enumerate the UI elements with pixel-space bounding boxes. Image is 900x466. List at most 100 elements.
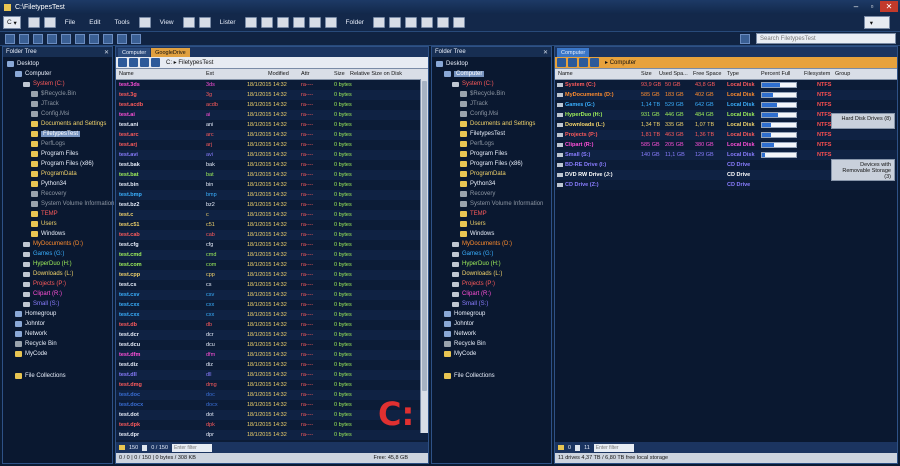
tree-node[interactable]: Python34	[3, 179, 112, 189]
copy-icon[interactable]	[47, 33, 57, 44]
tree-node[interactable]: PerfLogs	[432, 139, 551, 149]
tree-node[interactable]: Config.Msi	[432, 109, 551, 119]
view-icon[interactable]	[198, 17, 211, 28]
tree-node[interactable]: TEMP	[3, 209, 112, 219]
back-icon[interactable]	[5, 33, 15, 44]
tree-node[interactable]: System (C:)	[3, 79, 112, 89]
col-attr[interactable]: Attr	[301, 71, 310, 77]
tree-node[interactable]: Projects (P:)	[432, 279, 551, 289]
col-size[interactable]: Size	[334, 71, 345, 77]
up-icon[interactable]	[579, 58, 588, 67]
col-modified[interactable]: Modified	[268, 71, 289, 77]
file-row[interactable]: test.c51 c51 18/1/2015 14:32 ra---- 0 bytes	[116, 220, 428, 230]
col-name[interactable]: Name	[119, 71, 134, 77]
col-group[interactable]: Group	[835, 71, 850, 77]
file-row[interactable]: test.bmp bmp 18/1/2015 14:32 ra---- 0 bytes	[116, 190, 428, 200]
menu-edit[interactable]: Edit	[83, 16, 106, 30]
tree-node[interactable]: Homegroup	[3, 309, 112, 319]
tree-node[interactable]: Users	[3, 219, 112, 229]
folder-icon[interactable]	[452, 17, 465, 28]
col-name[interactable]: Name	[558, 71, 573, 77]
file-row[interactable]: test.arj arj 18/1/2015 14:32 ra---- 0 bytes	[116, 140, 428, 150]
file-row[interactable]: test.dcu dcu 18/1/2015 14:32 ra---- 0 bytes	[116, 340, 428, 350]
drive-row[interactable]: Clipart (R:) 585 GB 205 GB 380 GB Local Disk…	[555, 140, 897, 150]
tree-node[interactable]: System Volume Information	[3, 199, 114, 209]
filter-input[interactable]: Enter filter	[172, 443, 213, 452]
layout-icon[interactable]	[308, 17, 321, 28]
tab-computer[interactable]: Computer	[557, 48, 590, 57]
help-icon[interactable]	[740, 33, 750, 44]
file-row[interactable]: test.dcr dcr 18/1/2015 14:32 ra---- 0 bytes	[116, 330, 428, 340]
breadcrumb[interactable]: ▸ Computer	[605, 59, 636, 66]
tree-node[interactable]: Python34	[432, 179, 551, 189]
layout-dropdown[interactable]: ▾	[864, 16, 890, 29]
group-hdd[interactable]: Hard Disk Drives (8)	[831, 113, 895, 129]
tree-node[interactable]: Network	[3, 329, 112, 339]
file-row[interactable]: test.dll dll 18/1/2015 14:32 ra---- 0 bytes	[116, 370, 428, 380]
file-row[interactable]: test.dfm dfm 18/1/2015 14:32 ra---- 0 bytes	[116, 350, 428, 360]
tree-node[interactable]: Games (G:)	[3, 249, 112, 259]
layout-icon[interactable]	[276, 17, 289, 28]
file-row[interactable]: test.cfg cfg 18/1/2015 14:32 ra---- 0 bytes	[116, 240, 428, 250]
back-icon[interactable]	[118, 58, 127, 67]
tree-node[interactable]: Recycle Bin	[432, 339, 551, 349]
refresh-icon[interactable]	[151, 58, 160, 67]
scrollbar[interactable]	[420, 79, 428, 433]
file-row[interactable]: test.bz2 bz2 18/1/2015 14:32 ra---- 0 bytes	[116, 200, 428, 210]
layout-icon[interactable]	[260, 17, 273, 28]
tree-node[interactable]: Desktop	[432, 59, 551, 69]
forward-icon[interactable]	[568, 58, 577, 67]
tree-node[interactable]: Program Files	[3, 149, 112, 159]
tree-node[interactable]: Recovery	[432, 189, 551, 199]
tree-node[interactable]: System (C:)	[432, 79, 551, 89]
tree-node[interactable]: ProgramData	[432, 169, 551, 179]
select-icon[interactable]	[131, 33, 141, 44]
tree-node[interactable]: Johntor	[432, 319, 551, 329]
drive-row[interactable]: System (C:) 93,9 GB 50 GB 43,8 GB Local Disk…	[555, 80, 897, 90]
tree-node[interactable]: Clipart (R:)	[3, 289, 112, 299]
scroll-thumb[interactable]	[422, 81, 427, 391]
col-relative-size[interactable]: Relative Size on Disk	[350, 71, 402, 77]
tree-node[interactable]: Documents and Settings	[432, 119, 551, 129]
file-row[interactable]: test.acdb acdb 18/1/2015 14:32 ra---- 0 byte…	[116, 100, 428, 110]
file-row[interactable]: test.cxx cxx 18/1/2015 14:32 ra---- 0 bytes	[116, 310, 428, 320]
file-collections[interactable]: File Collections	[3, 371, 112, 381]
forward-icon[interactable]	[129, 58, 138, 67]
search-input[interactable]: Search FiletypesTest	[756, 33, 896, 44]
tree-node[interactable]: Users	[432, 219, 551, 229]
tree-node[interactable]: MyCode	[432, 349, 551, 359]
tree-node[interactable]: Recycle Bin	[3, 339, 112, 349]
tree-node[interactable]: JTrack	[3, 99, 112, 109]
col-size[interactable]: Size	[641, 71, 652, 77]
tree-node[interactable]: Windows	[432, 229, 551, 239]
tree-node[interactable]: MyDocuments (D:)	[3, 239, 112, 249]
folder-icon[interactable]	[372, 17, 385, 28]
tree-node[interactable]: Program Files	[432, 149, 551, 159]
up-icon[interactable]	[140, 58, 149, 67]
layout-icon[interactable]	[324, 17, 337, 28]
tree-node[interactable]: Small (S:)	[432, 299, 551, 309]
tree-node[interactable]: Downloads (L:)	[3, 269, 112, 279]
back-icon[interactable]	[557, 58, 566, 67]
tree-node[interactable]: FiletypesTest	[432, 129, 551, 139]
layout-icon[interactable]	[292, 17, 305, 28]
menu-tools[interactable]: Tools	[108, 16, 135, 30]
drive-row[interactable]: CD Drive (Z:) CD Drive	[555, 180, 897, 190]
tree-node[interactable]: Network	[432, 329, 551, 339]
menu-view[interactable]: View	[154, 16, 180, 30]
folder-icon[interactable]	[436, 17, 449, 28]
tree-node[interactable]: Program Files (x86)	[3, 159, 112, 169]
file-row[interactable]: test.bat bat 18/1/2015 14:32 ra---- 0 bytes	[116, 170, 428, 180]
file-row[interactable]: test.bin bin 18/1/2015 14:32 ra---- 0 bytes	[116, 180, 428, 190]
col-free[interactable]: Free Space	[693, 71, 721, 77]
tree-node[interactable]: Small (S:)	[3, 299, 112, 309]
file-row[interactable]: test.cpp cpp 18/1/2015 14:32 ra---- 0 bytes	[116, 270, 428, 280]
file-row[interactable]: test.diz diz 18/1/2015 14:32 ra---- 0 bytes	[116, 360, 428, 370]
tree-node[interactable]: Johntor	[3, 319, 112, 329]
file-row[interactable]: test.cmd cmd 18/1/2015 14:32 ra---- 0 bytes	[116, 250, 428, 260]
menu-file[interactable]: File	[59, 16, 81, 30]
tree-node[interactable]: Computer	[432, 69, 551, 79]
delete-icon[interactable]	[75, 33, 85, 44]
col-filesystem[interactable]: Filesystem	[804, 71, 830, 77]
file-row[interactable]: test.avi avi 18/1/2015 14:32 ra---- 0 bytes	[116, 150, 428, 160]
